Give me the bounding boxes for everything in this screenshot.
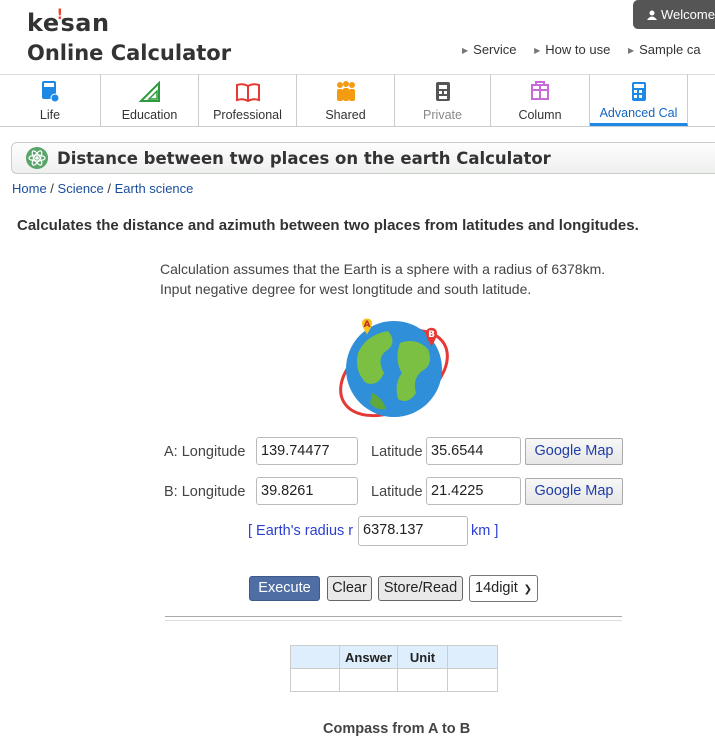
a-longitude-label: A: Longitude (164, 444, 246, 460)
a-longitude-input[interactable]: 139.74477 (256, 437, 358, 465)
column-icon (531, 81, 549, 100)
table-cell (447, 668, 498, 692)
table-row (290, 668, 498, 692)
b-google-map-button[interactable]: Google Map (525, 478, 623, 505)
tab-professional[interactable]: Professional (199, 74, 297, 126)
nav-sample[interactable]: ▶ Sample ca (628, 42, 701, 57)
advanced-calculator-icon (631, 82, 646, 101)
welcome-button[interactable]: Welcome (633, 0, 715, 29)
site-header: ke!san Online Calculator Welcome ▶ Servic… (0, 0, 715, 75)
nav-service[interactable]: ▶ Service (462, 42, 517, 57)
result-table: Answer Unit (290, 645, 498, 692)
table-cell (339, 668, 398, 692)
site-logo[interactable]: ke!san Online Calculator (27, 7, 232, 66)
atom-icon (26, 147, 48, 169)
logo-mark: ! (56, 7, 64, 23)
earth-radius-label: [ Earth's radius r (248, 523, 354, 539)
calculation-note: Calculation assumes that the Earth is a … (160, 261, 606, 297)
digits-select[interactable]: 14digit ❯ (469, 575, 538, 602)
table-cell (290, 668, 340, 692)
category-tabs: Life Education Professional Shared Priva… (0, 74, 715, 127)
logo-online-calculator: Online Calculator (27, 41, 232, 65)
store-read-button[interactable]: Store/Read (378, 576, 463, 601)
calculator-icon (42, 81, 60, 103)
calculator-description: Calculates the distance and azimuth betw… (17, 217, 639, 234)
marker-b-label: B (428, 330, 435, 340)
people-icon (336, 81, 355, 101)
chevron-down-icon: ❯ (523, 584, 532, 595)
triangle-icon: ▶ (627, 46, 635, 55)
table-header-cell (290, 645, 340, 669)
b-latitude-input[interactable]: 21.4225 (426, 477, 521, 505)
page-title: Distance between two places on the earth… (57, 149, 551, 168)
compass-title: Compass from A to B (323, 721, 471, 737)
tab-advanced-cal[interactable]: Advanced Cal (590, 74, 688, 126)
tab-column[interactable]: Column (491, 74, 590, 126)
a-latitude-input[interactable]: 35.6544 (426, 437, 521, 465)
table-header-answer: Answer (339, 645, 398, 669)
breadcrumb-earth-science[interactable]: Earth science (115, 181, 194, 196)
b-latitude-label: Latitude (371, 484, 423, 500)
table-cell (397, 668, 448, 692)
top-nav: ▶ Service ▶ How to use ▶ Sample ca (462, 42, 715, 57)
clear-button[interactable]: Clear (327, 576, 372, 601)
earth-radius-input[interactable]: 6378.137 (358, 516, 468, 546)
set-square-icon (138, 80, 160, 102)
a-latitude-label: Latitude (371, 444, 423, 460)
tab-education[interactable]: Education (101, 74, 199, 126)
earth-radius-unit: km ] (471, 523, 499, 539)
tab-private[interactable]: Private (395, 74, 491, 126)
marker-a-label: A (364, 320, 371, 330)
table-header-row: Answer Unit (290, 645, 498, 669)
tab-shared[interactable]: Shared (297, 74, 395, 126)
execute-button[interactable]: Execute (249, 576, 320, 601)
b-longitude-input[interactable]: 39.8261 (256, 477, 358, 505)
globe-illustration: A B (339, 318, 449, 418)
table-header-cell (447, 645, 498, 669)
divider (165, 616, 622, 621)
person-icon (647, 10, 657, 20)
logo-keisan: ke!san (27, 7, 110, 37)
page-title-bar: Distance between two places on the earth… (11, 142, 715, 174)
table-header-unit: Unit (397, 645, 448, 669)
nav-how-to-use[interactable]: ▶ How to use (534, 42, 610, 57)
breadcrumb-science[interactable]: Science (58, 181, 104, 196)
triangle-icon: ▶ (462, 46, 469, 55)
b-longitude-label: B: Longitude (164, 484, 246, 500)
a-google-map-button[interactable]: Google Map (525, 438, 623, 465)
tab-life[interactable]: Life (0, 74, 101, 126)
private-icon (435, 82, 450, 101)
book-icon (235, 83, 260, 103)
breadcrumb-home[interactable]: Home (12, 181, 47, 196)
triangle-icon: ▶ (534, 46, 541, 55)
breadcrumb: Home / Science / Earth science (12, 181, 194, 196)
